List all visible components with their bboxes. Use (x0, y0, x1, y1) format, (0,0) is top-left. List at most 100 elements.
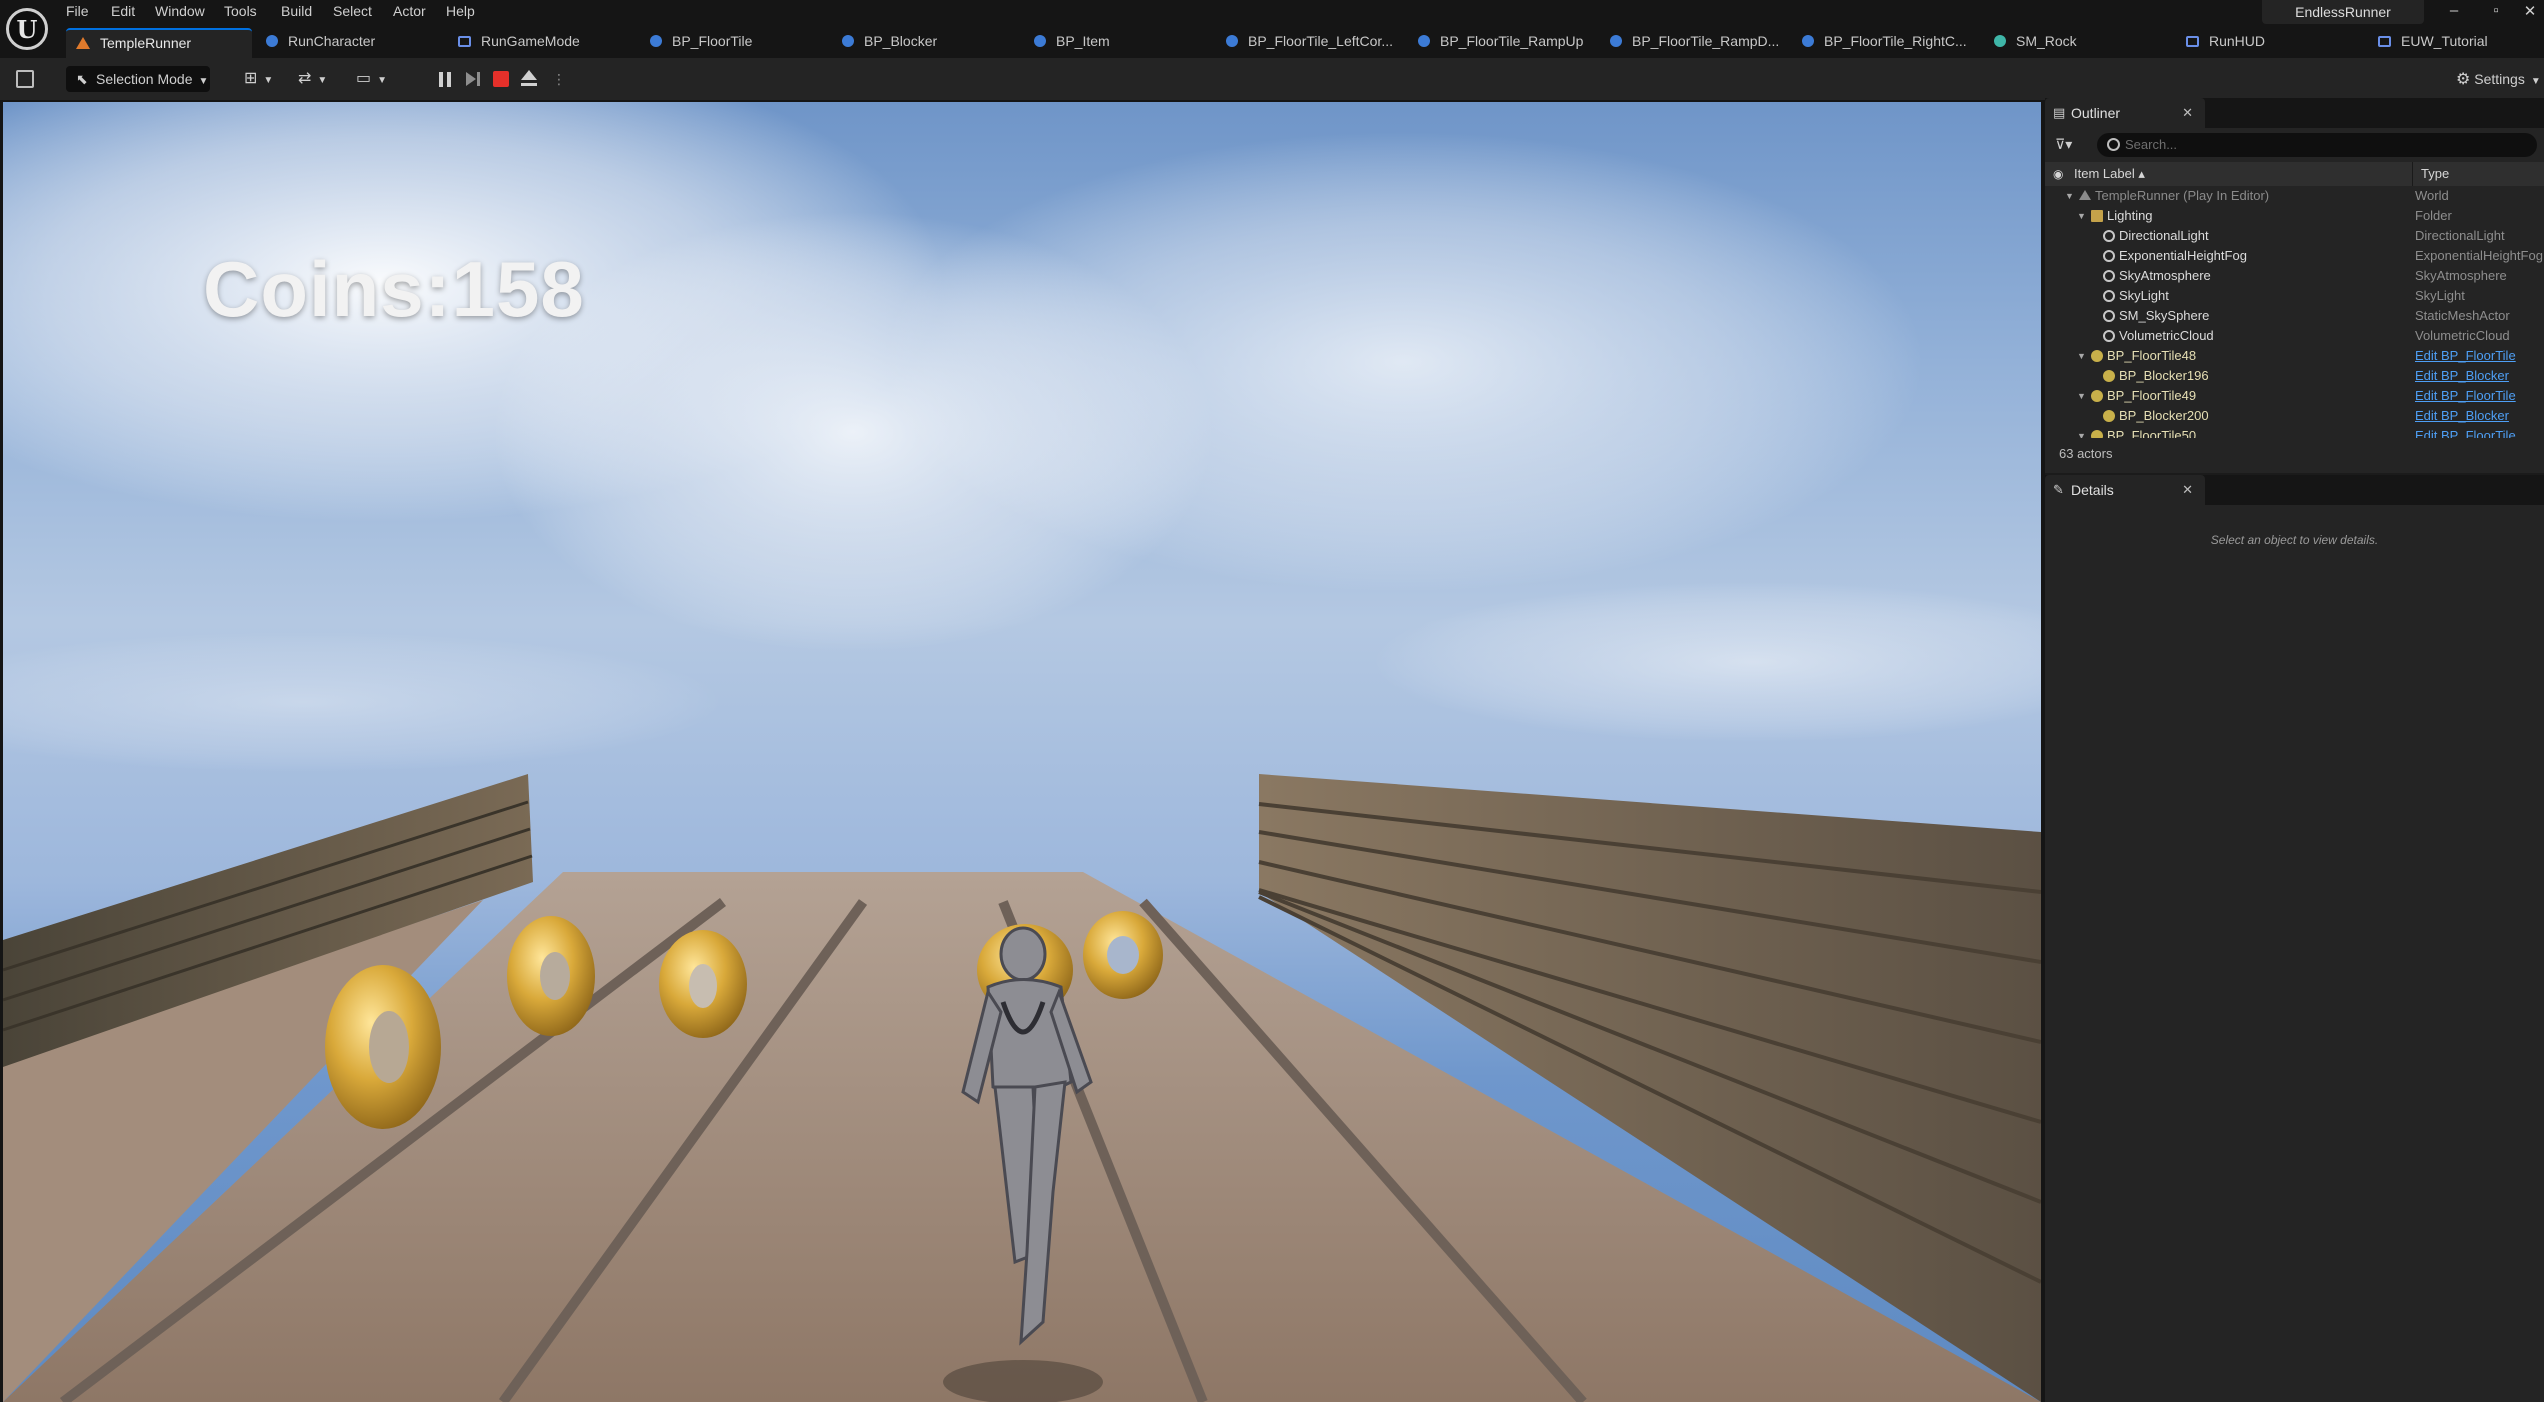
outliner-item-label: BP_FloorTile50 (2107, 428, 2197, 438)
tab-euw-tutorial[interactable]: EUW_Tutorial (2378, 28, 2488, 58)
tab-bp-floortile-rightcorner[interactable]: BP_FloorTile_RightC... (1802, 28, 1967, 58)
menu-select[interactable]: Select (333, 3, 372, 19)
outliner-item-label: VolumetricCloud (2119, 328, 2214, 343)
blueprint-menu-button[interactable]: ⇄ ▼ (298, 66, 327, 92)
tab-sm-rock[interactable]: SM_Rock (1994, 28, 2077, 58)
expand-arrow-icon[interactable]: ▼ (2077, 346, 2086, 366)
tab-bp-item[interactable]: BP_Item (1034, 28, 1110, 58)
outliner-row[interactable]: ▼ TempleRunner (Play In Editor) World (2045, 186, 2544, 206)
settings-button[interactable]: ⚙ Settings ▼ (2456, 66, 2541, 92)
filter-icon[interactable]: ⊽▾ (2055, 136, 2072, 153)
outliner-row[interactable]: ExponentialHeightFog ExponentialHeightFog (2045, 246, 2544, 266)
unreal-logo-icon[interactable] (6, 8, 48, 50)
expand-arrow-icon[interactable]: ▼ (2077, 206, 2086, 226)
tab-run-game-mode[interactable]: RunGameMode (458, 28, 580, 58)
menu-help[interactable]: Help (446, 3, 475, 19)
actor-count: 63 actors (2059, 446, 2113, 461)
tab-bp-floortile-leftcorner[interactable]: BP_FloorTile_LeftCor... (1226, 28, 1393, 58)
tab-bp-floortile-rampdown[interactable]: BP_FloorTile_RampD... (1610, 28, 1779, 58)
bp-icon (2103, 370, 2115, 382)
expand-arrow-icon[interactable]: ▼ (2065, 186, 2074, 206)
stop-icon[interactable] (488, 66, 514, 92)
close-icon[interactable]: ✕ (2182, 475, 2193, 505)
close-window-button[interactable]: ✕ (2516, 2, 2544, 20)
pause-icon[interactable] (432, 66, 458, 92)
tab-details[interactable]: ✎ Details ✕ (2045, 475, 2205, 505)
add-actor-button[interactable]: ⊞ ▼ (244, 66, 273, 92)
edit-blueprint-link[interactable]: Edit BP_Blocker (2415, 366, 2509, 386)
outliner-item-label: SkyAtmosphere (2119, 268, 2211, 283)
tab-bp-blocker[interactable]: BP_Blocker (842, 28, 937, 58)
expand-arrow-icon[interactable]: ▼ (2077, 386, 2086, 406)
blueprint-icon (1610, 35, 1622, 47)
menu-edit[interactable]: Edit (111, 3, 135, 19)
close-icon[interactable]: ✕ (2182, 98, 2193, 128)
restore-button[interactable]: ▫ (2482, 2, 2510, 19)
outliner-row[interactable]: BP_Blocker196 Edit BP_Blocker (2045, 366, 2544, 386)
outliner-row[interactable]: ▼ BP_FloorTile49 Edit BP_FloorTile (2045, 386, 2544, 406)
outliner-item-type: SkyAtmosphere (2415, 268, 2507, 283)
more-options-icon[interactable]: ⋮ (552, 66, 566, 92)
outliner-tree: ▼ TempleRunner (Play In Editor) World ▼ Ligh… (2045, 186, 2544, 438)
actor-icon (2103, 250, 2115, 262)
column-item-label[interactable]: Item Label ▴ (2074, 162, 2145, 186)
tab-bp-floortile-rampup[interactable]: BP_FloorTile_RampUp (1418, 28, 1583, 58)
hud-coin-counter: Coins:158 (203, 245, 585, 333)
chevron-down-icon: ▼ (198, 76, 209, 87)
frame-skip-icon[interactable] (459, 66, 485, 92)
edit-blueprint-link[interactable]: Edit BP_FloorTile (2415, 346, 2516, 366)
actor-icon (2103, 230, 2115, 242)
gear-icon: ⚙ (2456, 71, 2471, 88)
edit-blueprint-link[interactable]: Edit BP_Blocker (2415, 406, 2509, 426)
blueprint-icon (650, 35, 662, 47)
tab-outliner[interactable]: ▤ Outliner ✕ (2045, 98, 2205, 128)
outliner-row[interactable]: ▼ BP_FloorTile50 Edit BP_FloorTile (2045, 426, 2544, 438)
blueprint-icon (842, 35, 854, 47)
bp-icon (2091, 390, 2103, 402)
minimize-button[interactable]: – (2440, 2, 2468, 19)
outliner-row[interactable]: SkyAtmosphere SkyAtmosphere (2045, 266, 2544, 286)
edit-blueprint-link[interactable]: Edit BP_FloorTile (2415, 386, 2516, 406)
column-type[interactable]: Type (2412, 162, 2449, 186)
outliner-row[interactable]: ▼ Lighting Folder (2045, 206, 2544, 226)
outliner-item-type: ExponentialHeightFog (2415, 248, 2543, 263)
outliner-row[interactable]: SM_SkySphere StaticMeshActor (2045, 306, 2544, 326)
tab-run-hud[interactable]: RunHUD (2186, 28, 2265, 58)
expand-arrow-icon[interactable]: ▼ (2077, 426, 2086, 438)
cinematics-button[interactable]: ▭ ▼ (356, 66, 387, 92)
menu-build[interactable]: Build (281, 3, 312, 19)
pencil-icon: ✎ (2053, 482, 2064, 497)
folder-icon (2091, 210, 2103, 222)
outliner-item-label: BP_Blocker196 (2119, 368, 2209, 383)
outliner-item-label: TempleRunner (Play In Editor) (2095, 188, 2270, 203)
menu-file[interactable]: File (66, 3, 89, 19)
outliner-row[interactable]: BP_Blocker200 Edit BP_Blocker (2045, 406, 2544, 426)
eject-icon[interactable] (516, 66, 542, 92)
outliner-row[interactable]: VolumetricCloud VolumetricCloud (2045, 326, 2544, 346)
game-viewport[interactable]: Coins:158 (3, 102, 2041, 1402)
bp-icon (2091, 430, 2103, 438)
outliner-item-type: World (2415, 188, 2449, 203)
world-icon (2079, 190, 2091, 200)
blueprint-icon (1802, 35, 1814, 47)
cloud-shape (883, 132, 1923, 592)
menu-window[interactable]: Window (155, 3, 205, 19)
edit-blueprint-link[interactable]: Edit BP_FloorTile (2415, 426, 2516, 438)
bp-icon (2103, 410, 2115, 422)
tab-temple-runner[interactable]: TempleRunner (66, 28, 252, 58)
save-icon[interactable] (16, 70, 34, 88)
selection-mode-dropdown[interactable]: Selection Mode▼ (66, 66, 210, 92)
menu-actor[interactable]: Actor (393, 3, 426, 19)
menu-tools[interactable]: Tools (224, 3, 257, 19)
outliner-row[interactable]: DirectionalLight DirectionalLight (2045, 226, 2544, 246)
chevron-down-icon: ▼ (317, 75, 328, 86)
visibility-eye-icon[interactable]: ◉ (2053, 162, 2063, 186)
outliner-row[interactable]: ▼ BP_FloorTile48 Edit BP_FloorTile (2045, 346, 2544, 366)
tab-run-character[interactable]: RunCharacter (266, 28, 375, 58)
tab-bp-floortile[interactable]: BP_FloorTile (650, 28, 752, 58)
outliner-item-label: DirectionalLight (2119, 228, 2209, 243)
outliner-search-input[interactable]: Search... (2097, 133, 2537, 157)
outliner-item-label: ExponentialHeightFog (2119, 248, 2247, 263)
outliner-row[interactable]: SkyLight SkyLight (2045, 286, 2544, 306)
outliner-column-header: ◉ Item Label ▴ Type (2045, 162, 2544, 186)
